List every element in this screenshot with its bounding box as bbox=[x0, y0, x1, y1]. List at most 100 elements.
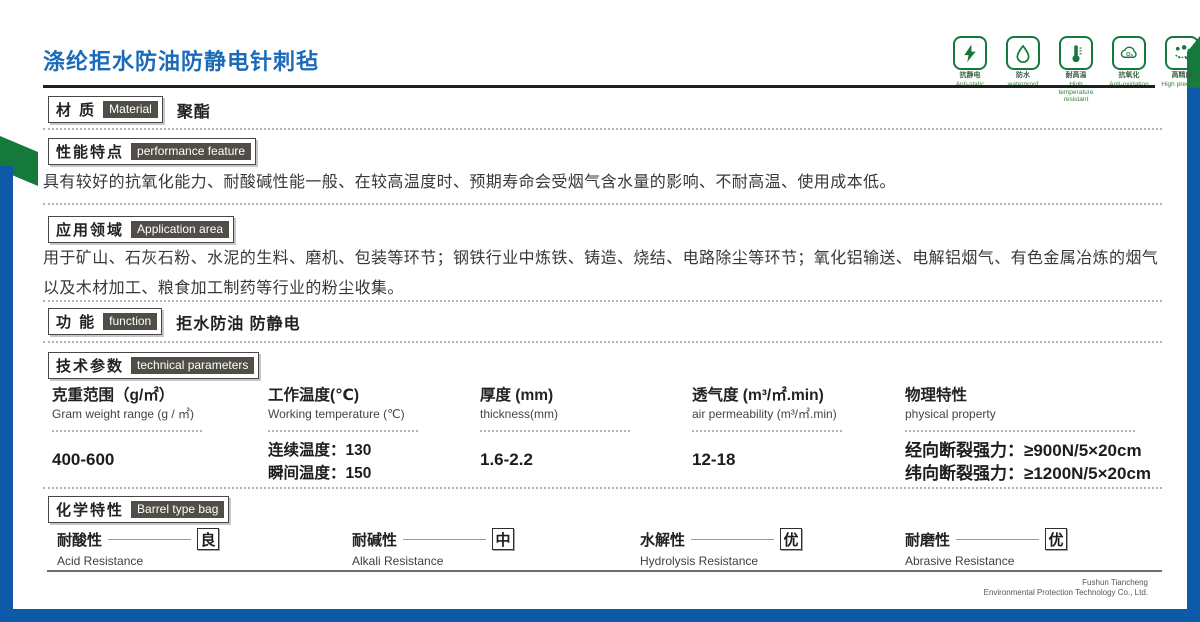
material-label-cn: 材 质 bbox=[56, 99, 96, 120]
tech-value: 连续温度：130 bbox=[268, 439, 480, 462]
tech-value: 1.6-2.2 bbox=[480, 448, 692, 471]
title-rule bbox=[43, 85, 1155, 88]
chem-name-cn: 水解性 bbox=[640, 529, 685, 550]
company-name-line1: Fushun Tiancheng bbox=[984, 578, 1148, 588]
chem-connector-line bbox=[403, 539, 486, 540]
divider bbox=[43, 341, 1162, 343]
footer-rule bbox=[47, 570, 1162, 572]
tech-col-title-cn: 克重范围（g/㎡） bbox=[52, 386, 268, 406]
chem-item-alkali-resistance: 耐碱性 中 Alkali Resistance bbox=[352, 528, 640, 568]
tech-col-physical-property: 物理特性 physical property 经向断裂强力：≥900N/5×20… bbox=[905, 386, 1162, 485]
feature-anti-oxidation: O₃ 抗氧化 Anti-oxidation bbox=[1107, 36, 1151, 104]
tech-col-title-en: Gram weight range (g / ㎡) bbox=[52, 406, 268, 423]
performance-label-en: performance feature bbox=[131, 143, 251, 160]
divider bbox=[43, 300, 1162, 302]
divider bbox=[43, 203, 1162, 205]
chem-grade-badge: 优 bbox=[780, 528, 802, 550]
material-label-en: Material bbox=[103, 101, 158, 118]
tech-col-title-en: thickness(mm) bbox=[480, 406, 692, 423]
tech-value: 12-18 bbox=[692, 448, 905, 471]
left-blue-strip bbox=[0, 166, 13, 622]
performance-label-cn: 性能特点 bbox=[56, 141, 124, 162]
application-text: 用于矿山、石灰石粉、水泥的生料、磨机、包装等环节；钢铁行业中炼铁、铸造、烧结、电… bbox=[43, 244, 1163, 304]
icon-label-cn: 抗静电 bbox=[960, 72, 981, 80]
function-label-cn: 功 能 bbox=[56, 311, 96, 332]
technical-label-box: 技术参数 technical parameters bbox=[48, 352, 259, 379]
divider bbox=[43, 128, 1162, 130]
anti-oxidation-icon: O₃ bbox=[1112, 36, 1146, 70]
section-performance: 性能特点 performance feature bbox=[48, 138, 256, 165]
tech-value: 纬向断裂强力：≥1200N/5×20cm bbox=[905, 462, 1162, 485]
chem-connector-line bbox=[108, 539, 191, 540]
section-function: 功 能 function 拒水防油 防静电 bbox=[48, 308, 301, 335]
tech-col-divider bbox=[692, 430, 842, 432]
tech-col-title-en: air permeability (m³/㎡.min) bbox=[692, 406, 905, 423]
company-name-line2: Environmental Protection Technology Co.,… bbox=[984, 588, 1148, 598]
high-precision-icon bbox=[1165, 36, 1199, 70]
waterproof-icon bbox=[1006, 36, 1040, 70]
right-blue-strip bbox=[1187, 88, 1200, 622]
chem-item-acid-resistance: 耐酸性 良 Acid Resistance bbox=[57, 528, 352, 568]
chem-item-abrasive-resistance: 耐磨性 优 Abrasive Resistance bbox=[905, 528, 1162, 568]
tech-value: 瞬间温度：150 bbox=[268, 462, 480, 485]
anti-static-icon bbox=[953, 36, 987, 70]
chem-item-hydrolysis-resistance: 水解性 优 Hydrolysis Resistance bbox=[640, 528, 905, 568]
tech-col-divider bbox=[480, 430, 630, 432]
tech-col-title-en: physical property bbox=[905, 406, 1162, 423]
tech-col-gram-weight: 克重范围（g/㎡） Gram weight range (g / ㎡) 400-… bbox=[52, 386, 268, 485]
bottom-blue-bar bbox=[0, 609, 1200, 622]
feature-high-precision: 高精度 High precision bbox=[1160, 36, 1200, 104]
function-value: 拒水防油 防静电 bbox=[176, 310, 300, 334]
svg-text:O₃: O₃ bbox=[1126, 52, 1133, 58]
chem-connector-line bbox=[956, 539, 1039, 540]
divider bbox=[43, 487, 1162, 489]
chem-name-en: Acid Resistance bbox=[57, 554, 352, 568]
performance-text: 具有较好的抗氧化能力、耐酸碱性能一般、在较高温度时、预期寿命会受烟气含水量的影响… bbox=[43, 168, 1163, 198]
tech-col-divider bbox=[52, 430, 202, 432]
performance-label-box: 性能特点 performance feature bbox=[48, 138, 256, 165]
tech-col-air-permeability: 透气度 (m³/㎡.min) air permeability (m³/㎡.mi… bbox=[692, 386, 905, 485]
page-title: 涤纶拒水防油防静电针刺毡 bbox=[43, 44, 319, 76]
chemical-label-box: 化学特性 Barrel type bag bbox=[48, 496, 229, 523]
chem-name-cn: 耐磨性 bbox=[905, 529, 950, 550]
section-chemical: 化学特性 Barrel type bag bbox=[48, 496, 229, 523]
material-label-box: 材 质 Material bbox=[48, 96, 163, 123]
chem-grade-badge: 中 bbox=[492, 528, 514, 550]
technical-label-cn: 技术参数 bbox=[56, 355, 124, 376]
chemical-label-cn: 化学特性 bbox=[56, 499, 124, 520]
icon-label-cn: 抗氧化 bbox=[1119, 72, 1140, 80]
function-label-en: function bbox=[103, 313, 157, 330]
section-application: 应用领域 Application area bbox=[48, 216, 234, 243]
feature-waterproof: 防水 waterproof bbox=[1001, 36, 1045, 104]
tech-col-title-cn: 透气度 (m³/㎡.min) bbox=[692, 386, 905, 406]
icon-label-cn: 高精度 bbox=[1172, 72, 1193, 80]
chem-name-cn: 耐碱性 bbox=[352, 529, 397, 550]
application-label-en: Application area bbox=[131, 221, 229, 238]
tech-col-title-cn: 厚度 (mm) bbox=[480, 386, 692, 406]
icon-label-cn: 耐高温 bbox=[1066, 72, 1087, 80]
application-label-cn: 应用领域 bbox=[56, 219, 124, 240]
chem-name-en: Abrasive Resistance bbox=[905, 554, 1162, 568]
material-value: 聚酯 bbox=[177, 98, 211, 122]
tech-col-thickness: 厚度 (mm) thickness(mm) 1.6-2.2 bbox=[480, 386, 692, 485]
section-material: 材 质 Material 聚酯 bbox=[48, 96, 211, 123]
function-label-box: 功 能 function bbox=[48, 308, 162, 335]
tech-col-title-en: Working temperature (℃) bbox=[268, 406, 480, 423]
company-name: Fushun Tiancheng Environmental Protectio… bbox=[984, 578, 1148, 598]
icon-label-cn: 防水 bbox=[1016, 72, 1030, 80]
high-temperature-icon bbox=[1059, 36, 1093, 70]
chem-grade-badge: 优 bbox=[1045, 528, 1067, 550]
tech-col-divider bbox=[905, 430, 1135, 432]
chem-grade-badge: 良 bbox=[197, 528, 219, 550]
application-label-box: 应用领域 Application area bbox=[48, 216, 234, 243]
technical-label-en: technical parameters bbox=[131, 357, 254, 374]
tech-col-working-temperature: 工作温度(℃) Working temperature (℃) 连续温度：130… bbox=[268, 386, 480, 485]
tech-col-title-cn: 工作温度(℃) bbox=[268, 386, 480, 406]
technical-table: 克重范围（g/㎡） Gram weight range (g / ㎡) 400-… bbox=[52, 386, 1162, 485]
product-spec-page: 涤纶拒水防油防静电针刺毡 抗静电 Anti-static 防水 waterpro… bbox=[0, 0, 1200, 622]
tech-col-divider bbox=[268, 430, 418, 432]
chemical-label-en: Barrel type bag bbox=[131, 501, 224, 518]
chem-connector-line bbox=[691, 539, 774, 540]
section-technical: 技术参数 technical parameters bbox=[48, 352, 259, 379]
icon-label-en: High precision bbox=[1161, 81, 1200, 89]
